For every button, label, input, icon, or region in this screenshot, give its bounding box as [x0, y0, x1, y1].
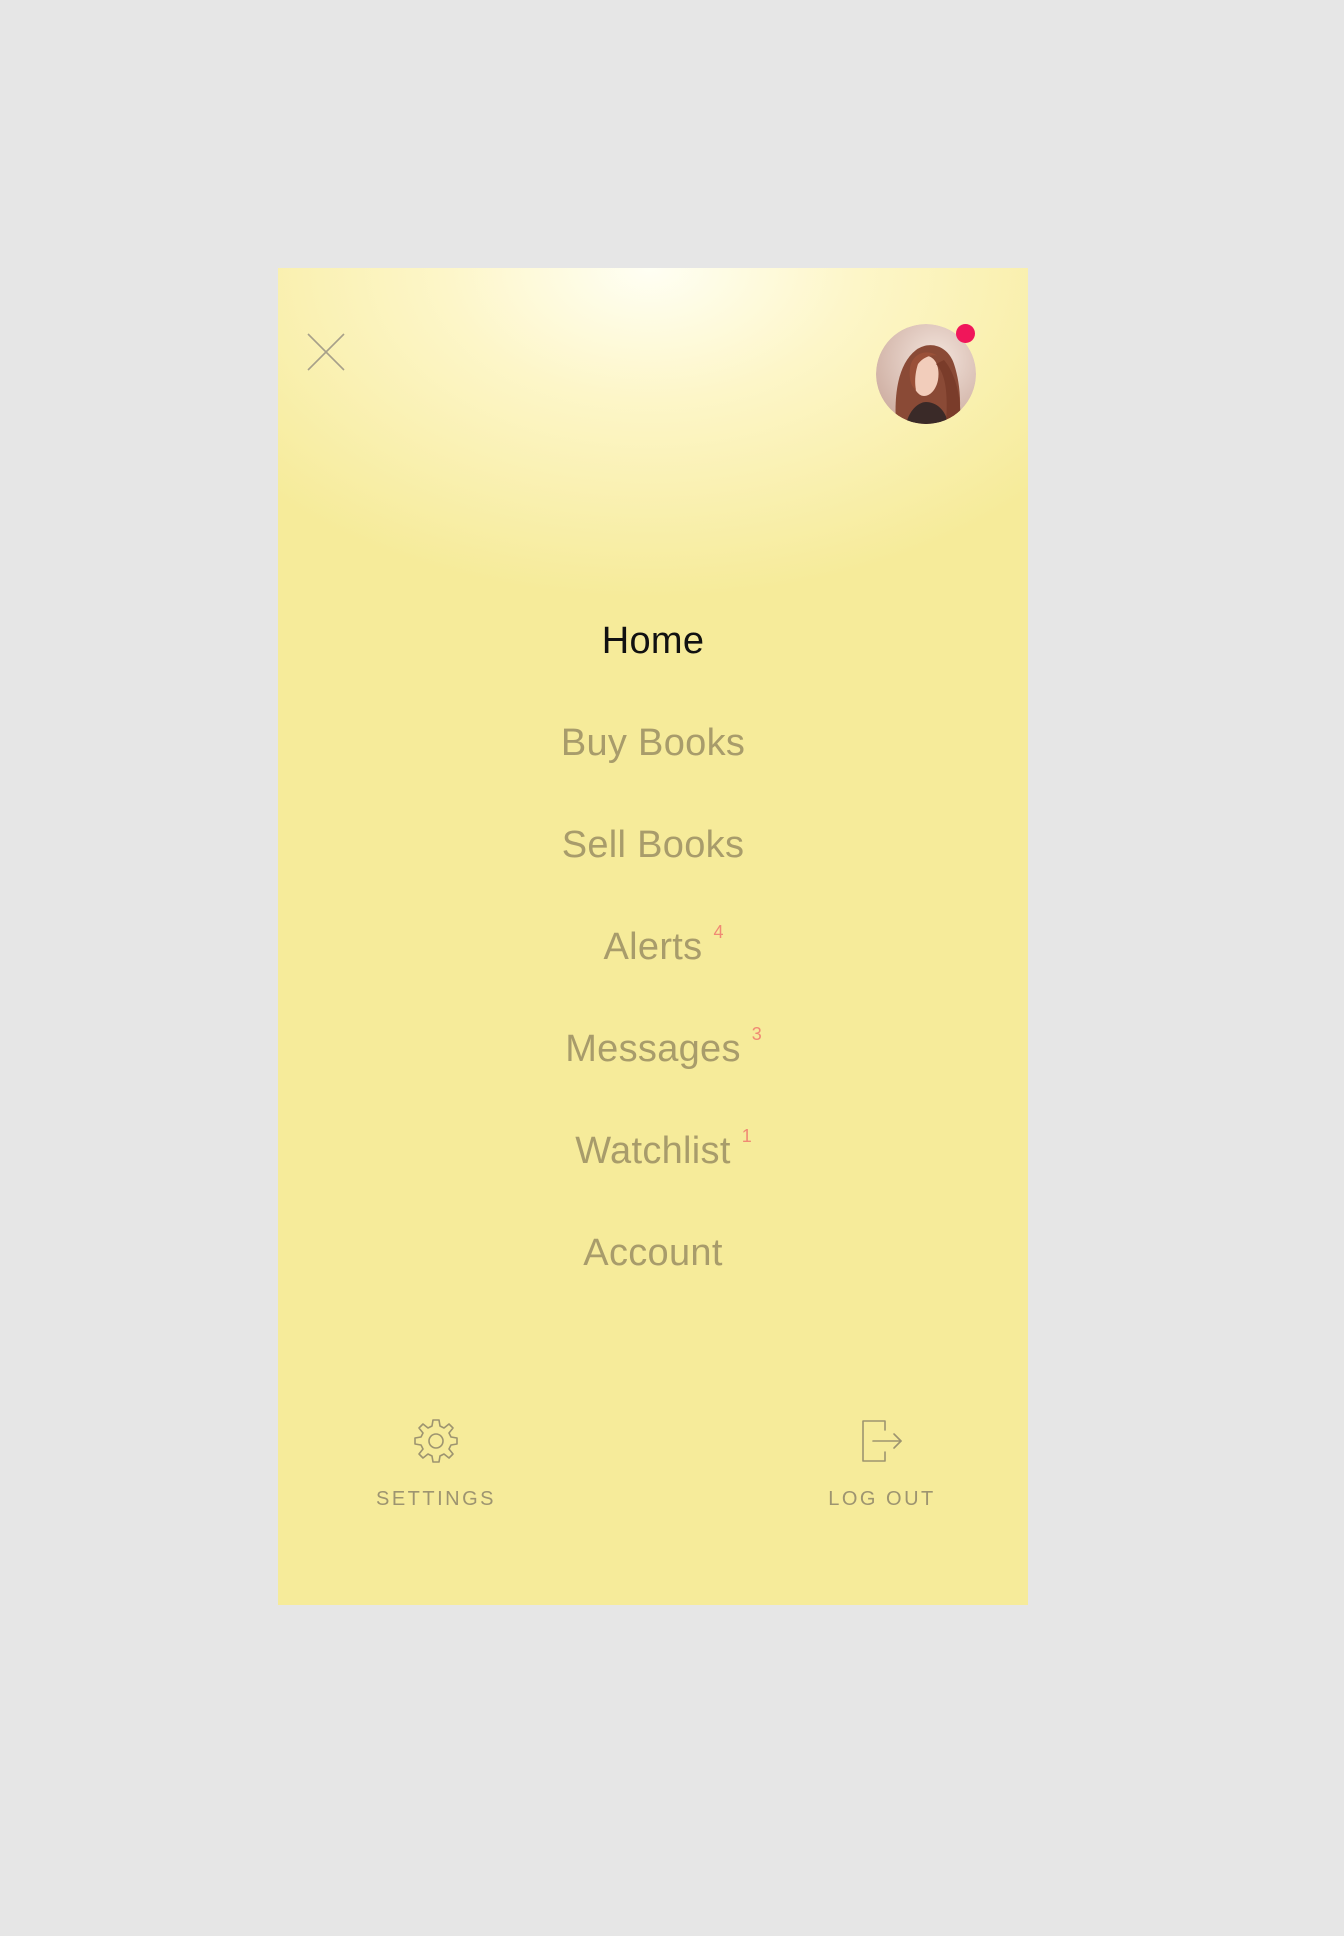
- menu-item-label: Alerts 4: [603, 922, 724, 969]
- logout-icon: [857, 1416, 907, 1466]
- settings-label: SETTINGS: [375, 1488, 496, 1510]
- menu-item-text: Alerts: [603, 925, 703, 968]
- close-icon: [307, 333, 345, 371]
- close-button[interactable]: [304, 330, 348, 374]
- menu-item-label: Sell Books: [561, 823, 745, 866]
- menu-item-account[interactable]: Account: [278, 1202, 1028, 1304]
- settings-button[interactable]: SETTINGS: [374, 1416, 498, 1511]
- menu-item-label: Buy Books: [560, 721, 746, 764]
- watchlist-count-badge: 1: [741, 1125, 753, 1146]
- menu-item-watchlist[interactable]: Watchlist 1: [278, 1100, 1028, 1202]
- menu-item-buy-books[interactable]: Buy Books: [278, 692, 1028, 794]
- logout-label: LOG OUT: [828, 1488, 936, 1510]
- menu-item-label: Messages 3: [565, 1024, 762, 1071]
- logout-button[interactable]: LOG OUT: [812, 1416, 952, 1511]
- profile-avatar-button[interactable]: [876, 324, 978, 426]
- menu-item-messages[interactable]: Messages 3: [278, 998, 1028, 1100]
- menu-item-text: Watchlist: [575, 1129, 731, 1172]
- alerts-count-badge: 4: [713, 921, 724, 942]
- menu-item-label: Account: [583, 1231, 723, 1274]
- menu-item-label: Home: [601, 619, 705, 662]
- menu-item-home[interactable]: Home: [278, 590, 1028, 692]
- status-indicator: [956, 324, 975, 343]
- messages-count-badge: 3: [751, 1023, 763, 1044]
- gear-icon: [411, 1416, 461, 1466]
- menu-panel: Home Buy Books Sell Books Alerts 4 Messag…: [278, 268, 1028, 1605]
- main-menu: Home Buy Books Sell Books Alerts 4 Messag…: [278, 590, 1028, 1304]
- menu-item-label: Watchlist 1: [575, 1126, 751, 1173]
- menu-item-sell-books[interactable]: Sell Books: [278, 794, 1028, 896]
- menu-item-alerts[interactable]: Alerts 4: [278, 896, 1028, 998]
- menu-item-text: Messages: [565, 1027, 741, 1070]
